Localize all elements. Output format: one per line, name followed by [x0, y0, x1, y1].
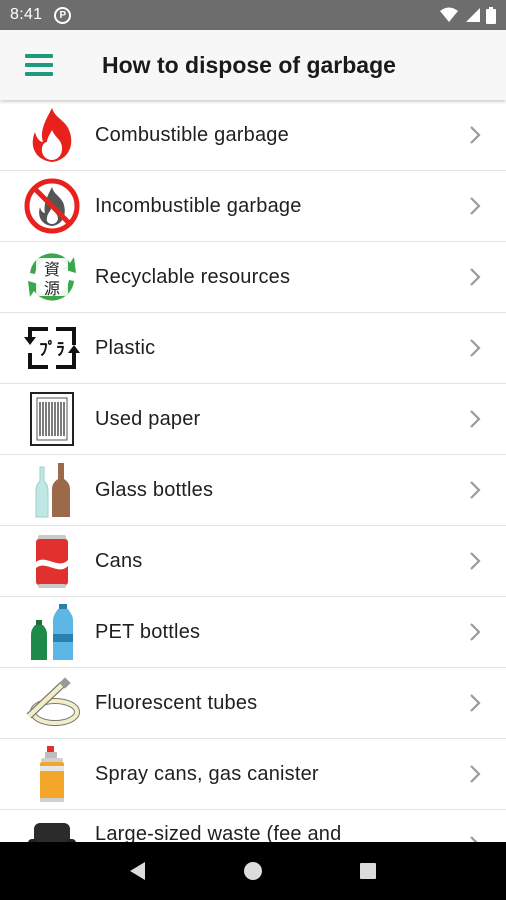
menu-icon[interactable]	[25, 45, 65, 85]
list-item-label: Glass bottles	[95, 478, 214, 501]
list-item-fluorescent-tubes[interactable]: Fluorescent tubes	[0, 668, 506, 739]
list-item-label: PET bottles	[95, 620, 201, 643]
list-item-label: Large-sized waste (fee and	[95, 822, 342, 843]
list-item-label: Incombustible garbage	[95, 194, 302, 217]
chevron-right-icon	[470, 836, 478, 842]
pet-bottles-icon	[22, 602, 82, 662]
list-item-label: Plastic	[95, 336, 156, 359]
recycle-char-bottom: 源	[44, 279, 60, 298]
chevron-right-icon	[470, 126, 481, 144]
no-fire-icon	[22, 176, 82, 236]
status-time: 8:41	[10, 6, 43, 23]
chevron-right-icon	[470, 197, 481, 215]
chevron-right-icon	[470, 410, 481, 428]
back-triangle-icon	[129, 862, 145, 880]
paper-icon	[22, 389, 82, 449]
list-item-label: Recyclable resources	[95, 265, 291, 288]
list-item-cans[interactable]: Cans	[0, 526, 506, 597]
back-button[interactable]	[118, 851, 158, 891]
list-item-label: Combustible garbage	[95, 123, 289, 146]
status-icons	[440, 6, 496, 24]
plastic-mark-icon: ﾌﾟﾗ	[22, 318, 82, 378]
chevron-right-icon	[470, 481, 481, 499]
signal-icon	[466, 8, 480, 22]
list-item-label: Cans	[95, 549, 143, 572]
recents-square-icon	[360, 863, 377, 879]
list-item-label: Used paper	[95, 407, 201, 430]
list-item-combustible[interactable]: Combustible garbage	[0, 100, 506, 171]
recycle-resources-icon: 資 源	[22, 247, 82, 307]
notification-icon: P	[54, 6, 72, 24]
recents-button[interactable]	[348, 851, 388, 891]
list-item-spray-cans[interactable]: Spray cans, gas canister	[0, 739, 506, 810]
app-bar: How to dispose of garbage	[0, 30, 506, 100]
chevron-right-icon	[470, 268, 481, 286]
list-item-label: Fluorescent tubes	[95, 691, 258, 714]
glass-bottles-icon	[22, 460, 82, 520]
list-item-recyclable[interactable]: 資 源 Recyclable resources	[0, 242, 506, 313]
chevron-right-icon	[470, 694, 481, 712]
wifi-icon	[440, 7, 458, 22]
list-item-used-paper[interactable]: Used paper	[0, 384, 506, 455]
garbage-category-list: Combustible garbage Incombustible garbag…	[0, 100, 506, 842]
list-item-glass-bottles[interactable]: Glass bottles	[0, 455, 506, 526]
list-item-label: Spray cans, gas canister	[95, 762, 319, 785]
list-item-plastic[interactable]: ﾌﾟﾗ Plastic	[0, 313, 506, 384]
can-icon	[22, 531, 82, 591]
large-waste-icon	[22, 815, 82, 842]
list-item-pet-bottles[interactable]: PET bottles	[0, 597, 506, 668]
status-bar: 8:41 P	[0, 0, 506, 30]
chevron-right-icon	[470, 339, 481, 357]
system-navigation-bar	[0, 842, 506, 900]
chevron-right-icon	[470, 623, 481, 641]
plastic-mark-text: ﾌﾟﾗ	[39, 339, 65, 360]
home-button[interactable]	[233, 851, 273, 891]
spray-can-icon	[22, 744, 82, 804]
list-item-large-waste[interactable]: Large-sized waste (fee and	[0, 810, 506, 842]
chevron-right-icon	[470, 765, 481, 783]
recycle-char-top: 資	[44, 260, 60, 279]
chevron-right-icon	[470, 552, 481, 570]
battery-icon	[486, 6, 496, 24]
list-item-incombustible[interactable]: Incombustible garbage	[0, 171, 506, 242]
fluorescent-tube-icon	[22, 673, 82, 733]
page-title: How to dispose of garbage	[102, 51, 396, 78]
fire-icon	[22, 105, 82, 165]
home-circle-icon	[243, 862, 262, 880]
